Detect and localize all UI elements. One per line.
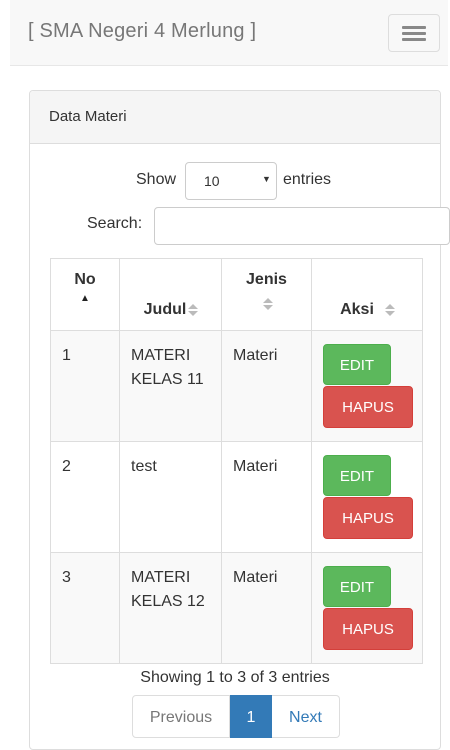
cell-jenis: Materi [221,330,312,442]
edit-button[interactable]: EDIT [323,344,391,385]
pagination-page-1[interactable]: 1 [230,695,272,738]
column-header-no-label: No [74,271,96,288]
entries-select[interactable]: 10 ▼ [185,162,277,200]
cell-judul: MATERI KELAS 11 [119,330,222,442]
hamburger-menu-icon [402,26,426,29]
cell-jenis: Materi [221,441,312,553]
table-info: Showing 1 to 3 of 3 entries [140,669,330,686]
cell-aksi: EDIT HAPUS [311,441,423,553]
cell-no: 3 [50,552,120,664]
cell-no: 2 [50,441,120,553]
navbar-toggle-button[interactable] [388,14,440,52]
table-row: 2 test Materi EDIT HAPUS [50,441,423,553]
cell-aksi: EDIT HAPUS [311,552,423,664]
cell-judul: test [119,441,222,553]
table-row: 3 MATERI KELAS 12 Materi EDIT HAPUS [50,552,423,664]
materi-table: No ▲ Judul Jenis Aksi 1 MATERI KELAS 11 [50,258,423,664]
navbar: [ SMA Negeri 4 Merlung ] [10,0,448,66]
entries-label: entries [283,171,332,188]
entries-select-value: 10 [204,173,220,189]
cell-aksi: EDIT HAPUS [311,330,423,442]
caret-down-icon: ▼ [262,174,271,184]
sort-both-icon [384,303,395,317]
sort-both-icon [187,303,199,317]
data-materi-panel: Data Materi Show 10 ▼ entries Search: No… [29,90,450,750]
panel-heading: Data Materi [30,91,440,144]
column-header-aksi-label: Aksi [340,301,374,318]
column-header-jenis[interactable]: Jenis [221,258,312,331]
show-label: Show [136,171,177,188]
pagination: Previous 1 Next [132,695,340,738]
sort-both-icon [262,297,273,311]
column-header-judul[interactable]: Judul [119,258,222,331]
panel-title: Data Materi [49,108,127,125]
cell-no: 1 [50,330,120,442]
search-label: Search: [87,215,143,232]
edit-button[interactable]: EDIT [323,566,391,607]
table-row: 1 MATERI KELAS 11 Materi EDIT HAPUS [50,330,423,442]
search-input[interactable] [154,207,450,245]
hapus-button[interactable]: HAPUS [323,497,413,539]
column-header-jenis-label: Jenis [246,271,287,288]
cell-jenis: Materi [221,552,312,664]
column-header-aksi[interactable]: Aksi [311,258,423,331]
cell-judul: MATERI KELAS 12 [119,552,222,664]
navbar-brand[interactable]: [ SMA Negeri 4 Merlung ] [28,20,256,43]
table-header-row: No ▲ Judul Jenis Aksi [50,258,423,331]
edit-button[interactable]: EDIT [323,455,391,496]
pagination-previous[interactable]: Previous [132,695,230,738]
hapus-button[interactable]: HAPUS [323,386,413,428]
pagination-next[interactable]: Next [272,695,340,738]
column-header-judul-label: Judul [143,301,187,318]
hapus-button[interactable]: HAPUS [323,608,413,650]
column-header-no[interactable]: No ▲ [50,258,120,331]
sort-ascending-icon: ▲ [80,293,90,304]
